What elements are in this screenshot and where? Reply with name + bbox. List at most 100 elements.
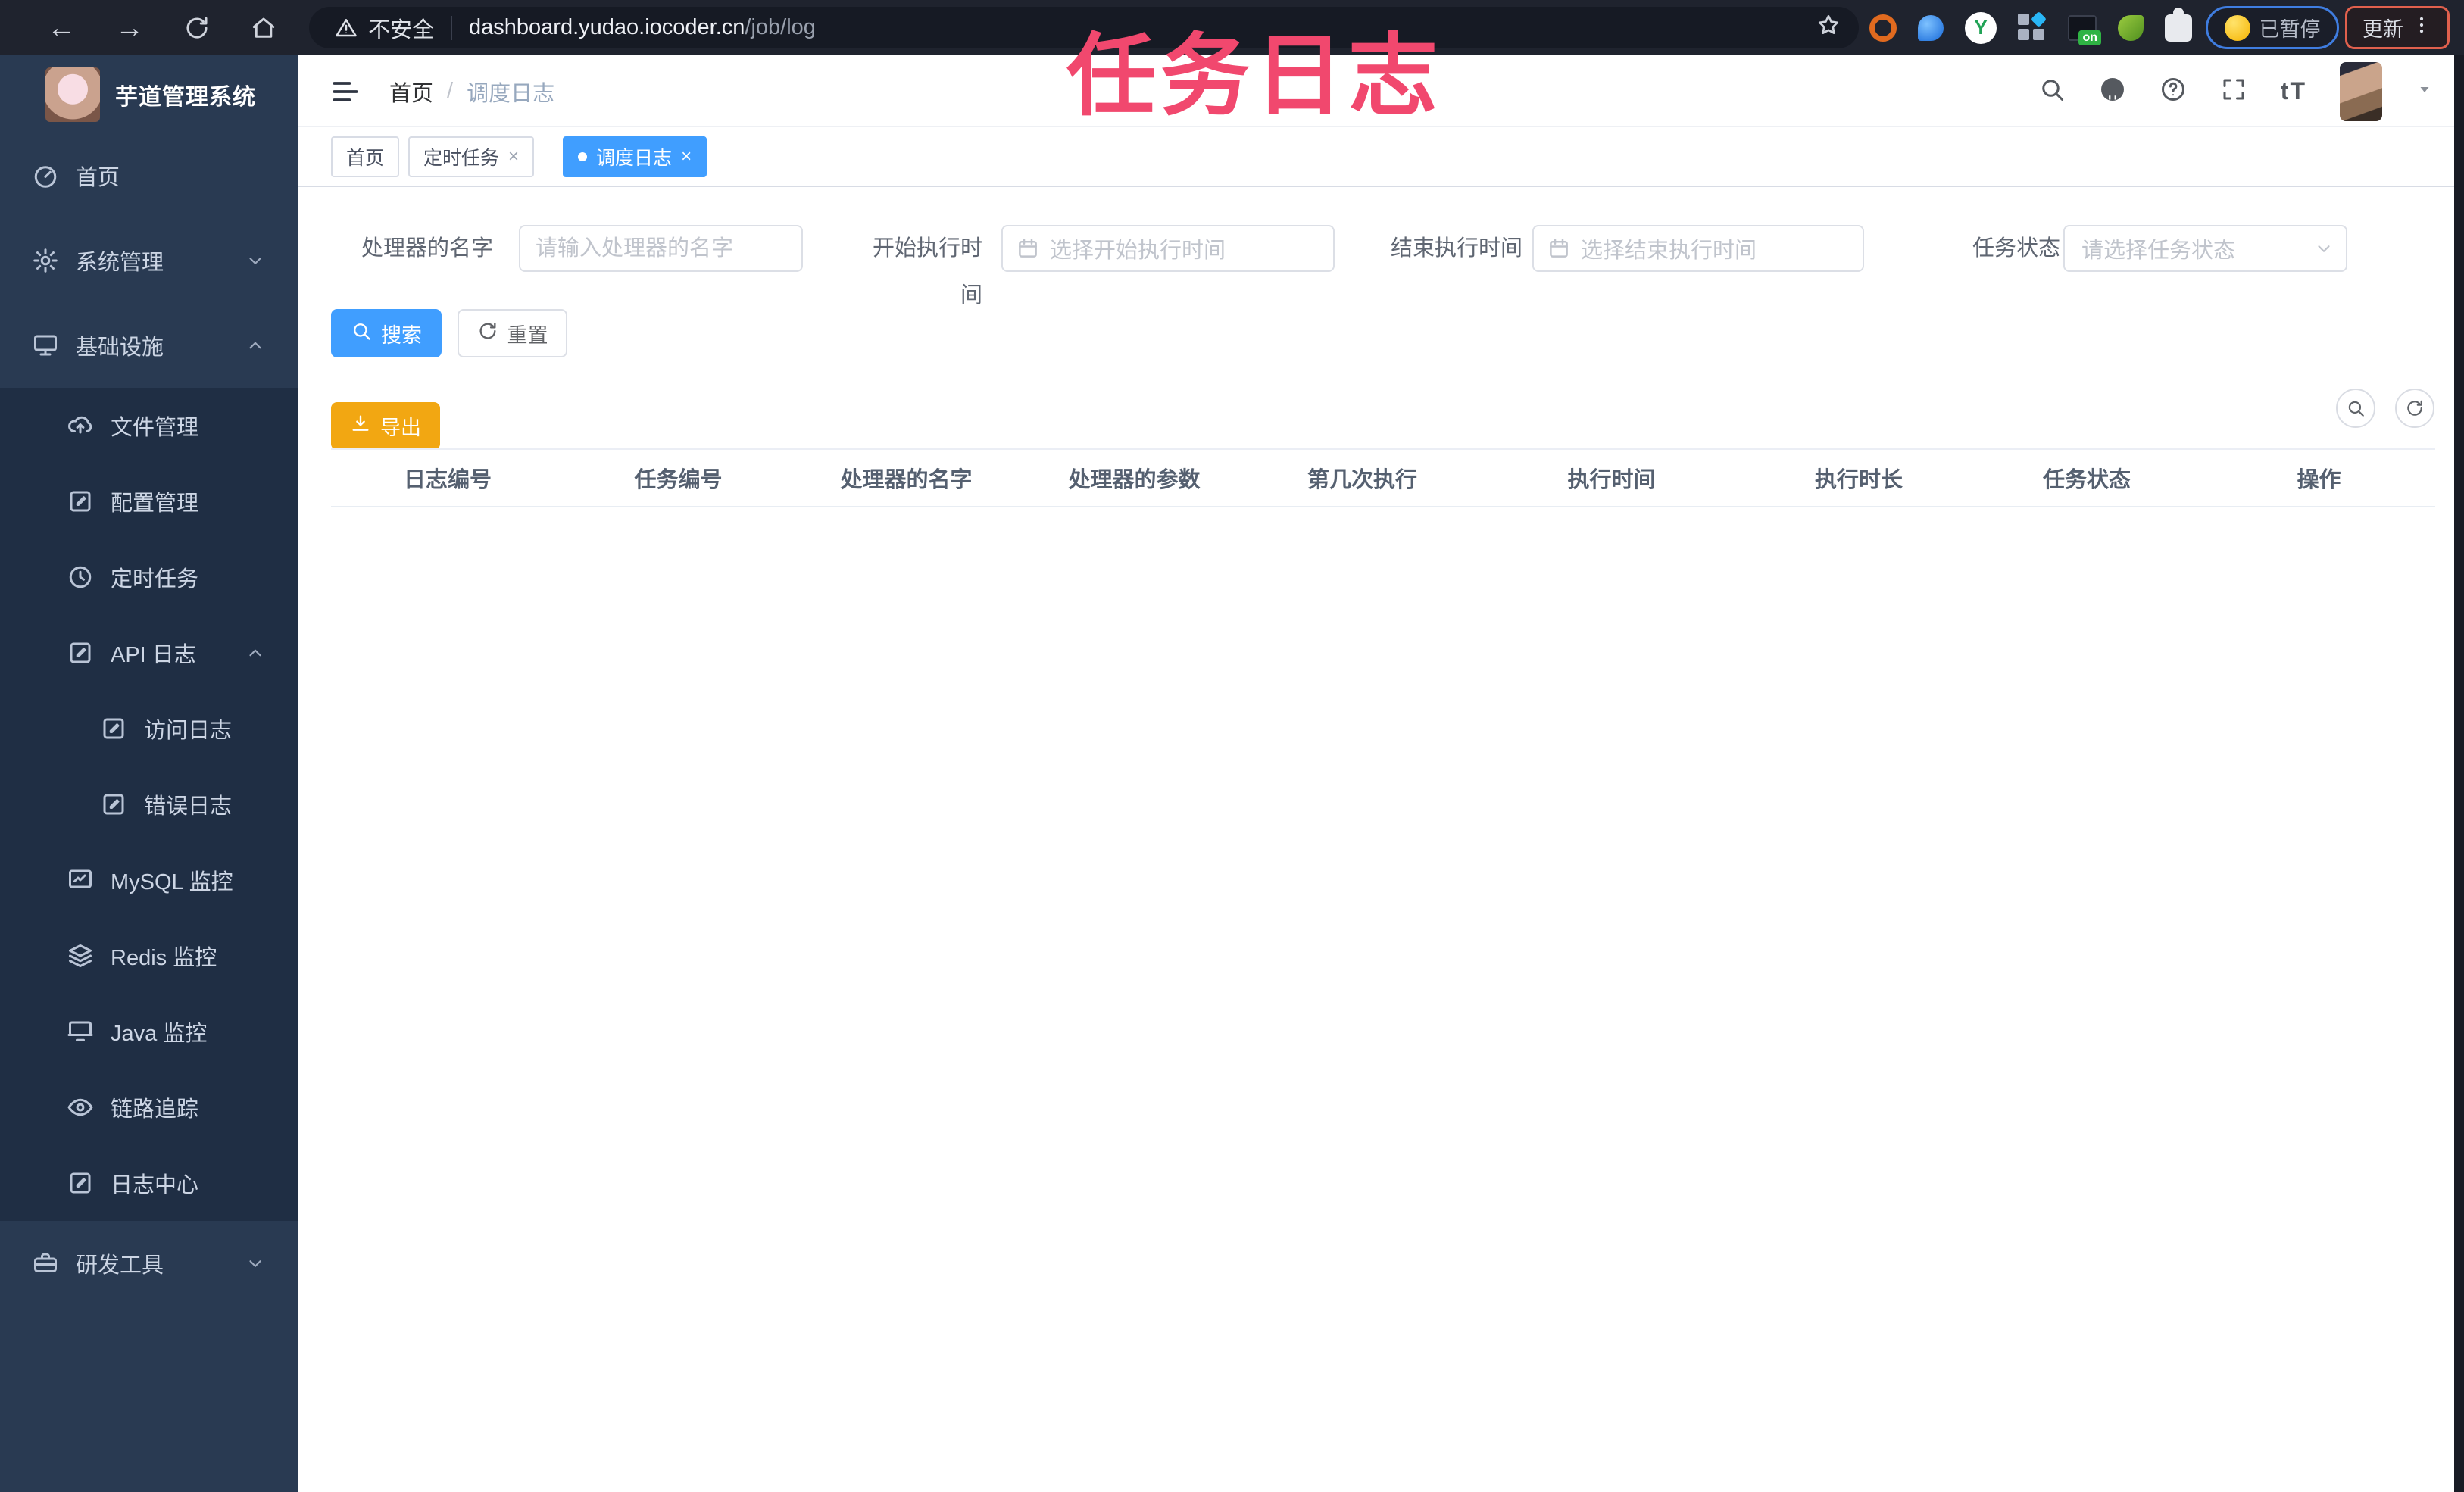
sidebar-menu: 首页 系统管理基础设施文件管理 配置管理定时任务 API 日志 访问日志 错误日志 MySQ… [0,133,298,1306]
update-button[interactable]: 更新 [2345,6,2450,49]
sidebar-item-scheduled-tasks[interactable]: 定时任务 [0,539,298,615]
active-dot-icon [578,151,588,161]
job-status-select[interactable]: 请选择任务状态 [2063,225,2347,272]
column-header: 处理器的参数 [1068,468,1201,492]
font-size-icon[interactable]: tT [2281,77,2306,105]
bookmark-star-icon[interactable] [1816,13,1841,43]
sidebar-item-mysql-monitor[interactable]: MySQL 监控 [0,842,298,918]
on-badge-extension-icon[interactable]: on [2068,14,2101,45]
end-time-picker[interactable]: 选择结束执行时间 [1532,225,1864,272]
chevron-down-icon[interactable] [2416,80,2434,102]
start-time-label: 开始执行时间 [872,236,982,307]
sidebar-item-java-monitor[interactable]: Java 监控 [0,994,298,1069]
extensions-puzzle-icon[interactable] [2165,7,2192,42]
blocks-extension-icon[interactable] [2018,11,2047,42]
github-icon[interactable] [2099,76,2126,107]
sidebar-item-access-log[interactable]: 访问日志 [0,691,298,766]
gear-icon [32,247,59,274]
log-icon [67,639,94,666]
sidebar-item-label: MySQL 监控 [111,870,233,894]
sidebar-item-infrastructure[interactable]: 基础设施 [0,303,298,388]
security-label: 不安全 [368,17,435,42]
page-content: 处理器的名字 开始执行时间 选择开始执行时间 结束执行时间 选择结束执行时间 任… [298,187,2464,1492]
breadcrumb-home[interactable]: 首页 [389,76,433,108]
sidebar-item-error-log[interactable]: 错误日志 [0,766,298,842]
job-status-label: 任务状态 [1972,236,2060,261]
column-header: 任务状态 [2042,468,2131,492]
chevron-up-icon [245,643,265,663]
adblock-extension-icon[interactable] [1869,14,1897,42]
paused-label: 已暂停 [2259,18,2321,41]
close-icon[interactable]: × [681,146,692,167]
cloud-upload-icon [67,412,94,439]
sidebar-item-file-management[interactable]: 文件管理 [0,388,298,464]
back-icon[interactable]: ← [47,14,76,42]
handler-name-label: 处理器的名字 [361,236,493,261]
url-path: /job/log [745,15,816,39]
tab-job-log[interactable]: 调度日志 × [563,136,707,177]
window-scrollbar[interactable] [2454,55,2464,1492]
dashboard-icon [32,162,59,189]
hamburger-icon[interactable] [329,75,362,112]
eye-icon [67,1094,94,1121]
monitor-icon [32,332,59,359]
close-icon[interactable]: × [508,146,519,167]
sidebar-item-label: Redis 监控 [111,946,217,970]
sidebar-item-system-management[interactable]: 系统管理 [0,218,298,303]
sidebar-item-trace[interactable]: 链路追踪 [0,1069,298,1145]
paused-badge[interactable]: 已暂停 [2206,6,2339,49]
sidebar-item-log-center[interactable]: 日志中心 [0,1145,298,1221]
start-time-placeholder: 选择开始执行时间 [1050,239,1226,263]
layers-icon [67,942,94,969]
edit-icon [67,488,94,515]
column-header: 任务编号 [634,468,723,492]
sidebar-item-home[interactable]: 首页 [0,133,298,218]
help-icon[interactable] [2160,76,2187,107]
app-header: 首页 / 调度日志 tT [298,55,2464,127]
log-icon [100,715,127,742]
end-time-placeholder: 选择结束执行时间 [1581,239,1757,263]
calendar-icon [1547,237,1570,260]
reload-icon[interactable] [183,14,211,42]
sidebar-item-redis-monitor[interactable]: Redis 监控 [0,918,298,994]
tab-home[interactable]: 首页 [331,136,400,177]
breadcrumb-separator: / [447,79,454,103]
calendar-icon [1017,237,1039,260]
handler-name-input[interactable] [520,226,801,270]
log-icon [100,791,127,818]
sidebar-item-api-log[interactable]: API 日志 [0,615,298,691]
sidebar-item-dev-tools[interactable]: 研发工具 [0,1221,298,1306]
insecure-warning-icon [335,17,358,39]
sidebar-logo-row[interactable]: 芋道管理系统 [0,55,298,133]
search-button[interactable]: 搜索 [331,309,442,357]
reset-button[interactable]: 重置 [458,309,567,357]
sidebar-item-label: 定时任务 [111,567,199,591]
app-title: 芋道管理系统 [115,84,256,110]
avatar[interactable] [2340,61,2382,121]
start-time-picker[interactable]: 选择开始执行时间 [1001,225,1335,272]
chart-icon [67,866,94,894]
blue-drop-extension-icon[interactable] [1918,14,1944,41]
url-bar[interactable]: 不安全 dashboard.yudao.iocoder.cn /job/log [309,7,1859,48]
sprout-extension-icon[interactable] [2118,14,2144,41]
menu-dots-icon[interactable] [2411,14,2432,41]
log-icon [67,1169,94,1197]
sidebar-item-label: 日志中心 [111,1173,199,1197]
export-button[interactable]: 导出 [331,402,440,450]
sidebar-item-config-management[interactable]: 配置管理 [0,464,298,539]
refresh-icon [477,320,498,347]
search-icon[interactable] [2038,76,2066,107]
home-icon[interactable] [250,14,277,42]
green-y-extension-icon[interactable]: Y [1965,11,1997,44]
desktop-icon [67,1018,94,1045]
refresh-table-button[interactable] [2395,389,2434,428]
sidebar: 芋道管理系统 首页 系统管理基础设施文件管理 配置管理定时任务 API 日志 访问日志错… [0,55,298,1492]
toggle-search-button[interactable] [2336,389,2375,428]
tab-scheduled-tasks[interactable]: 定时任务 × [408,136,535,177]
toolbox-icon [32,1250,59,1277]
sidebar-item-label: 基础设施 [76,336,164,360]
breadcrumb-current: 调度日志 [467,81,555,106]
app-window: 芋道管理系统 首页 系统管理 基础设施 文件管理 配置管理 定时任务 API 日志 访问日志错… [0,55,2464,1492]
forward-icon[interactable]: → [115,14,144,42]
fullscreen-icon[interactable] [2220,76,2247,107]
